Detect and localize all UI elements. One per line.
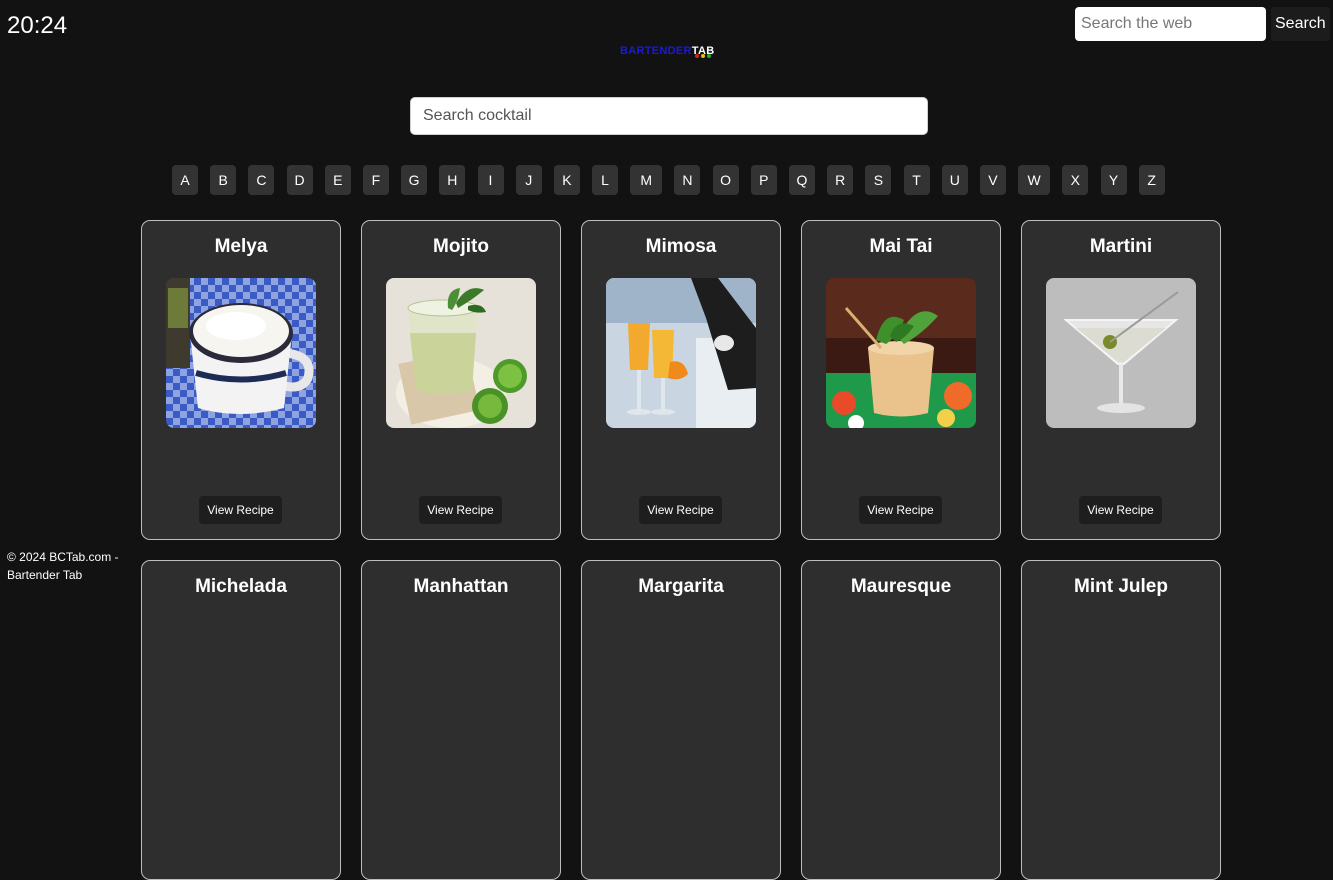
cocktail-card: Melya View Recipe (141, 220, 341, 540)
cocktail-image[interactable] (606, 278, 756, 428)
cocktail-card: Mai Tai View Recipe (801, 220, 1001, 540)
letter-button-m[interactable]: M (630, 165, 663, 195)
letter-button-k[interactable]: K (553, 165, 580, 195)
view-recipe-button[interactable]: View Recipe (859, 496, 942, 524)
cocktail-card: Martini View Recipe (1021, 220, 1221, 540)
cocktail-card: Manhattan (361, 560, 561, 880)
logo-dot-red (695, 54, 699, 58)
letter-button-c[interactable]: C (248, 165, 275, 195)
cocktail-name: Mint Julep (1074, 576, 1168, 597)
letter-button-e[interactable]: E (324, 165, 351, 195)
logo-text-bartender: BARTENDER (620, 45, 692, 57)
letter-button-h[interactable]: H (439, 165, 466, 195)
letter-button-q[interactable]: Q (789, 165, 815, 195)
cocktail-card: Mimosa View Recipe (581, 220, 781, 540)
view-recipe-button[interactable]: View Recipe (419, 496, 502, 524)
cocktail-card: Margarita (581, 560, 781, 880)
letter-button-o[interactable]: O (712, 165, 739, 195)
cocktail-image[interactable] (826, 278, 976, 428)
cocktail-card: Michelada (141, 560, 341, 880)
view-recipe-button[interactable]: View Recipe (639, 496, 722, 524)
letter-button-t[interactable]: T (903, 165, 930, 195)
cocktail-name: Melya (214, 236, 268, 257)
web-search-bar: Search (1075, 7, 1330, 41)
cocktail-name: Mauresque (850, 576, 952, 597)
cocktail-image[interactable] (1046, 278, 1196, 428)
cocktail-name: Mai Tai (869, 236, 933, 257)
cocktail-name: Martini (1089, 236, 1153, 257)
cocktail-card: Mojito View Recipe (361, 220, 561, 540)
letter-button-s[interactable]: S (865, 165, 892, 195)
bartender-tab-logo[interactable]: BARTENDERTAB (620, 41, 720, 61)
letter-button-l[interactable]: L (592, 165, 619, 195)
letter-button-p[interactable]: P (750, 165, 777, 195)
logo-dot-green (707, 54, 711, 58)
cocktail-card: Mint Julep (1021, 560, 1221, 880)
letter-button-f[interactable]: F (362, 165, 389, 195)
letter-button-b[interactable]: B (210, 165, 237, 195)
cocktail-image[interactable] (166, 278, 316, 428)
cocktail-name: Mimosa (645, 236, 717, 257)
alphabet-filter: A B C D E F G H I J K L M N O P Q R S T … (172, 165, 1165, 195)
cocktail-image[interactable] (386, 278, 536, 428)
letter-button-a[interactable]: A (172, 165, 198, 195)
cocktail-name: Mojito (433, 236, 489, 257)
cocktail-name: Manhattan (413, 576, 509, 597)
view-recipe-button[interactable]: View Recipe (1079, 496, 1162, 524)
letter-button-i[interactable]: I (477, 165, 504, 195)
letter-button-g[interactable]: G (401, 165, 428, 195)
letter-button-w[interactable]: W (1018, 165, 1051, 195)
clock: 20:24 (7, 12, 68, 39)
letter-button-u[interactable]: U (941, 165, 968, 195)
footer-copyright: © 2024 BCTab.com - Bartender Tab (7, 550, 119, 582)
view-recipe-button[interactable]: View Recipe (199, 496, 282, 524)
logo-dots (695, 54, 711, 58)
letter-button-y[interactable]: Y (1100, 165, 1127, 195)
cocktail-search-input[interactable] (410, 97, 928, 135)
cocktail-name: Michelada (195, 576, 287, 597)
cocktail-card: Mauresque (801, 560, 1001, 880)
letter-button-x[interactable]: X (1062, 165, 1089, 195)
letter-button-r[interactable]: R (827, 165, 854, 195)
letter-button-z[interactable]: Z (1138, 165, 1165, 195)
web-search-input[interactable] (1075, 7, 1266, 41)
web-search-button[interactable]: Search (1271, 7, 1330, 41)
letter-button-j[interactable]: J (515, 165, 542, 195)
letter-button-n[interactable]: N (674, 165, 701, 195)
letter-button-d[interactable]: D (286, 165, 313, 195)
logo-dot-yellow (701, 54, 705, 58)
cocktail-name: Margarita (638, 576, 724, 597)
letter-button-v[interactable]: V (979, 165, 1006, 195)
cocktail-grid: Melya View Recipe Mojito View Recipe Mim… (141, 220, 1221, 880)
